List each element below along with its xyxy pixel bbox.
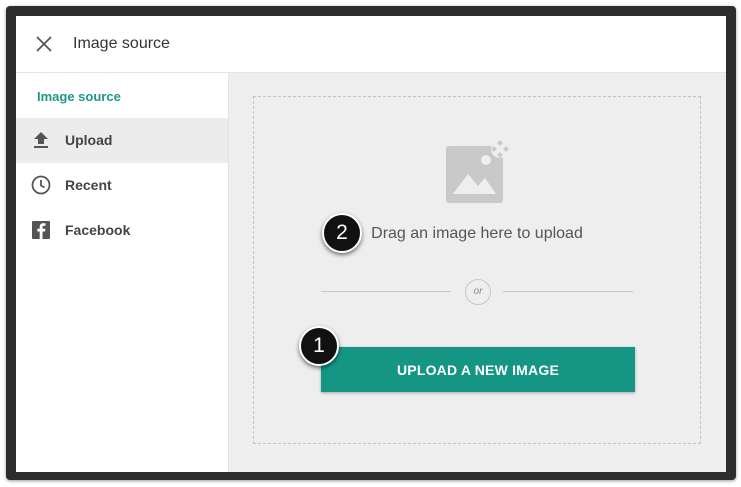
divider-right [503,291,633,292]
sidebar-item-label: Upload [65,132,113,148]
dialog-titlebar: Image source [16,16,726,73]
clock-icon [30,174,52,196]
divider-left [321,291,451,292]
upload-panel: Drag an image here to upload 2 or UPLOAD… [229,73,726,472]
close-icon[interactable] [33,33,55,55]
dialog-title: Image source [73,35,170,52]
or-separator: or [465,279,491,305]
upload-icon [30,129,52,151]
facebook-icon [30,219,52,241]
sidebar-item-upload[interactable]: Upload [16,118,228,163]
sidebar-item-facebook[interactable]: Facebook [16,208,228,253]
sidebar-item-label: Facebook [65,222,131,238]
drop-zone[interactable]: Drag an image here to upload 2 or UPLOAD… [253,96,701,444]
sidebar-item-recent[interactable]: Recent [16,163,228,208]
drag-instruction: Drag an image here to upload [371,225,583,242]
sidebar-item-label: Recent [65,177,112,193]
sidebar-heading: Image source [37,89,121,104]
image-placeholder-icon [444,137,514,207]
sidebar: Image source Upload Recent Facebook [16,73,229,472]
annotation-badge-1: 1 [299,326,339,366]
image-source-dialog: Image source Image source Upload Recent [16,16,726,472]
annotation-badge-2: 2 [322,213,362,253]
upload-new-image-button[interactable]: UPLOAD A NEW IMAGE [321,347,635,392]
